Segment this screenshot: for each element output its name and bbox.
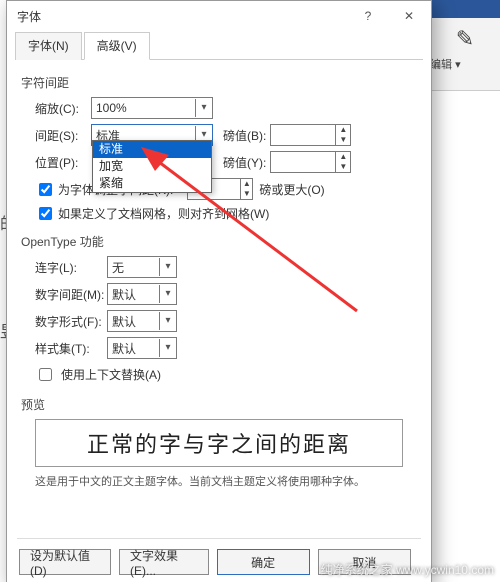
combo-ligatures[interactable]: 无 ▾ bbox=[107, 256, 177, 278]
dropdown-option-standard[interactable]: 标准 bbox=[93, 141, 211, 158]
spin-up-icon: ▲ bbox=[336, 152, 350, 162]
preview-description: 这是用于中文的正文主题字体。当前文档主题定义将使用哪种字体。 bbox=[35, 473, 403, 489]
tab-font[interactable]: 字体(N) bbox=[15, 32, 82, 60]
dropdown-option-condensed[interactable]: 紧缩 bbox=[93, 175, 211, 192]
chevron-down-icon: ▾ bbox=[455, 59, 461, 71]
chevron-down-icon: ▾ bbox=[159, 339, 176, 357]
combo-scale-value: 100% bbox=[92, 101, 195, 115]
label-num-spacing: 数字间距(M): bbox=[35, 286, 107, 303]
label-num-form: 数字形式(F): bbox=[35, 313, 107, 330]
label-position-bvalue: 磅值(Y): bbox=[223, 154, 266, 171]
ribbon-group-label: 编辑 ▾ bbox=[430, 56, 486, 72]
text-effects-button[interactable]: 文字效果(E)... bbox=[119, 549, 209, 575]
checkbox-kerning[interactable] bbox=[39, 183, 52, 196]
chevron-down-icon: ▾ bbox=[159, 312, 176, 330]
label-ligatures: 连字(L): bbox=[35, 259, 107, 276]
checkbox-snap-to-grid[interactable] bbox=[39, 207, 52, 220]
combo-num-form[interactable]: 默认 ▾ bbox=[107, 310, 177, 332]
word-ribbon-group-editing: ✎ 编辑 ▾ bbox=[429, 18, 500, 91]
combo-scale[interactable]: 100% ▾ bbox=[91, 97, 213, 119]
label-position: 位置(P): bbox=[35, 154, 91, 171]
label-spacing: 间距(S): bbox=[35, 127, 91, 144]
font-dialog: 字体 ? ✕ 字体(N) 高级(V) 字符间距 缩放(C): 100% ▾ bbox=[6, 0, 432, 582]
section-opentype: OpenType 功能 bbox=[21, 233, 417, 250]
footer-separator bbox=[17, 538, 421, 539]
dialog-body: 字符间距 缩放(C): 100% ▾ 间距(S): 标准 ▾ 磅值(B): bbox=[7, 60, 431, 489]
section-char-spacing: 字符间距 bbox=[21, 74, 417, 91]
combo-num-spacing-value: 默认 bbox=[108, 286, 159, 303]
label-scale: 缩放(C): bbox=[35, 100, 91, 117]
checkbox-contextual-alt-label: 使用上下文替换(A) bbox=[61, 366, 161, 383]
preview-text: 正常的字与字之间的距离 bbox=[87, 427, 351, 459]
watermark: 纯净系统之家 www.ycwin10.com bbox=[321, 561, 494, 578]
section-preview: 预览 bbox=[21, 396, 417, 413]
set-default-button[interactable]: 设为默认值(D) bbox=[19, 549, 111, 575]
dialog-close-button[interactable]: ✕ bbox=[387, 1, 431, 31]
dialog-help-button[interactable]: ? bbox=[349, 1, 387, 31]
ok-button[interactable]: 确定 bbox=[217, 549, 310, 575]
checkbox-contextual-alt[interactable] bbox=[39, 368, 52, 381]
input-position-points-value bbox=[271, 152, 335, 172]
preview-box: 正常的字与字之间的距离 bbox=[35, 419, 403, 467]
combo-spacing-dropdown[interactable]: 标准 加宽 紧缩 bbox=[92, 140, 212, 193]
label-bvalue: 磅值(B): bbox=[223, 127, 266, 144]
spinner[interactable]: ▲ ▼ bbox=[335, 125, 350, 145]
spinner[interactable]: ▲ ▼ bbox=[335, 152, 350, 172]
combo-ligatures-value: 无 bbox=[108, 259, 159, 276]
edit-icon: ✎ bbox=[430, 26, 500, 52]
spin-down-icon: ▼ bbox=[241, 189, 252, 199]
combo-stylesets[interactable]: 默认 ▾ bbox=[107, 337, 177, 359]
spin-up-icon: ▲ bbox=[336, 125, 350, 135]
tab-advanced[interactable]: 高级(V) bbox=[84, 32, 150, 60]
combo-stylesets-value: 默认 bbox=[108, 340, 159, 357]
dropdown-option-expanded[interactable]: 加宽 bbox=[93, 158, 211, 175]
kerning-suffix: 磅或更大(O) bbox=[259, 181, 324, 198]
dialog-title: 字体 bbox=[17, 8, 41, 25]
input-spacing-points[interactable]: ▲ ▼ bbox=[270, 124, 351, 146]
chevron-down-icon: ▾ bbox=[159, 285, 176, 303]
checkbox-snap-to-grid-label: 如果定义了文档网格，则对齐到网格(W) bbox=[58, 205, 269, 222]
chevron-down-icon: ▾ bbox=[195, 99, 212, 117]
label-stylesets: 样式集(T): bbox=[35, 340, 107, 357]
chevron-down-icon: ▾ bbox=[159, 258, 176, 276]
spinner[interactable]: ▲ ▼ bbox=[240, 179, 252, 199]
combo-num-spacing[interactable]: 默认 ▾ bbox=[107, 283, 177, 305]
input-spacing-points-value bbox=[271, 125, 335, 145]
spin-down-icon: ▼ bbox=[336, 135, 350, 145]
dialog-titlebar: 字体 ? ✕ bbox=[7, 1, 431, 31]
spin-down-icon: ▼ bbox=[336, 162, 350, 172]
combo-num-form-value: 默认 bbox=[108, 313, 159, 330]
spin-up-icon: ▲ bbox=[241, 179, 252, 189]
input-position-points[interactable]: ▲ ▼ bbox=[270, 151, 351, 173]
dialog-tabs: 字体(N) 高级(V) bbox=[15, 31, 423, 60]
